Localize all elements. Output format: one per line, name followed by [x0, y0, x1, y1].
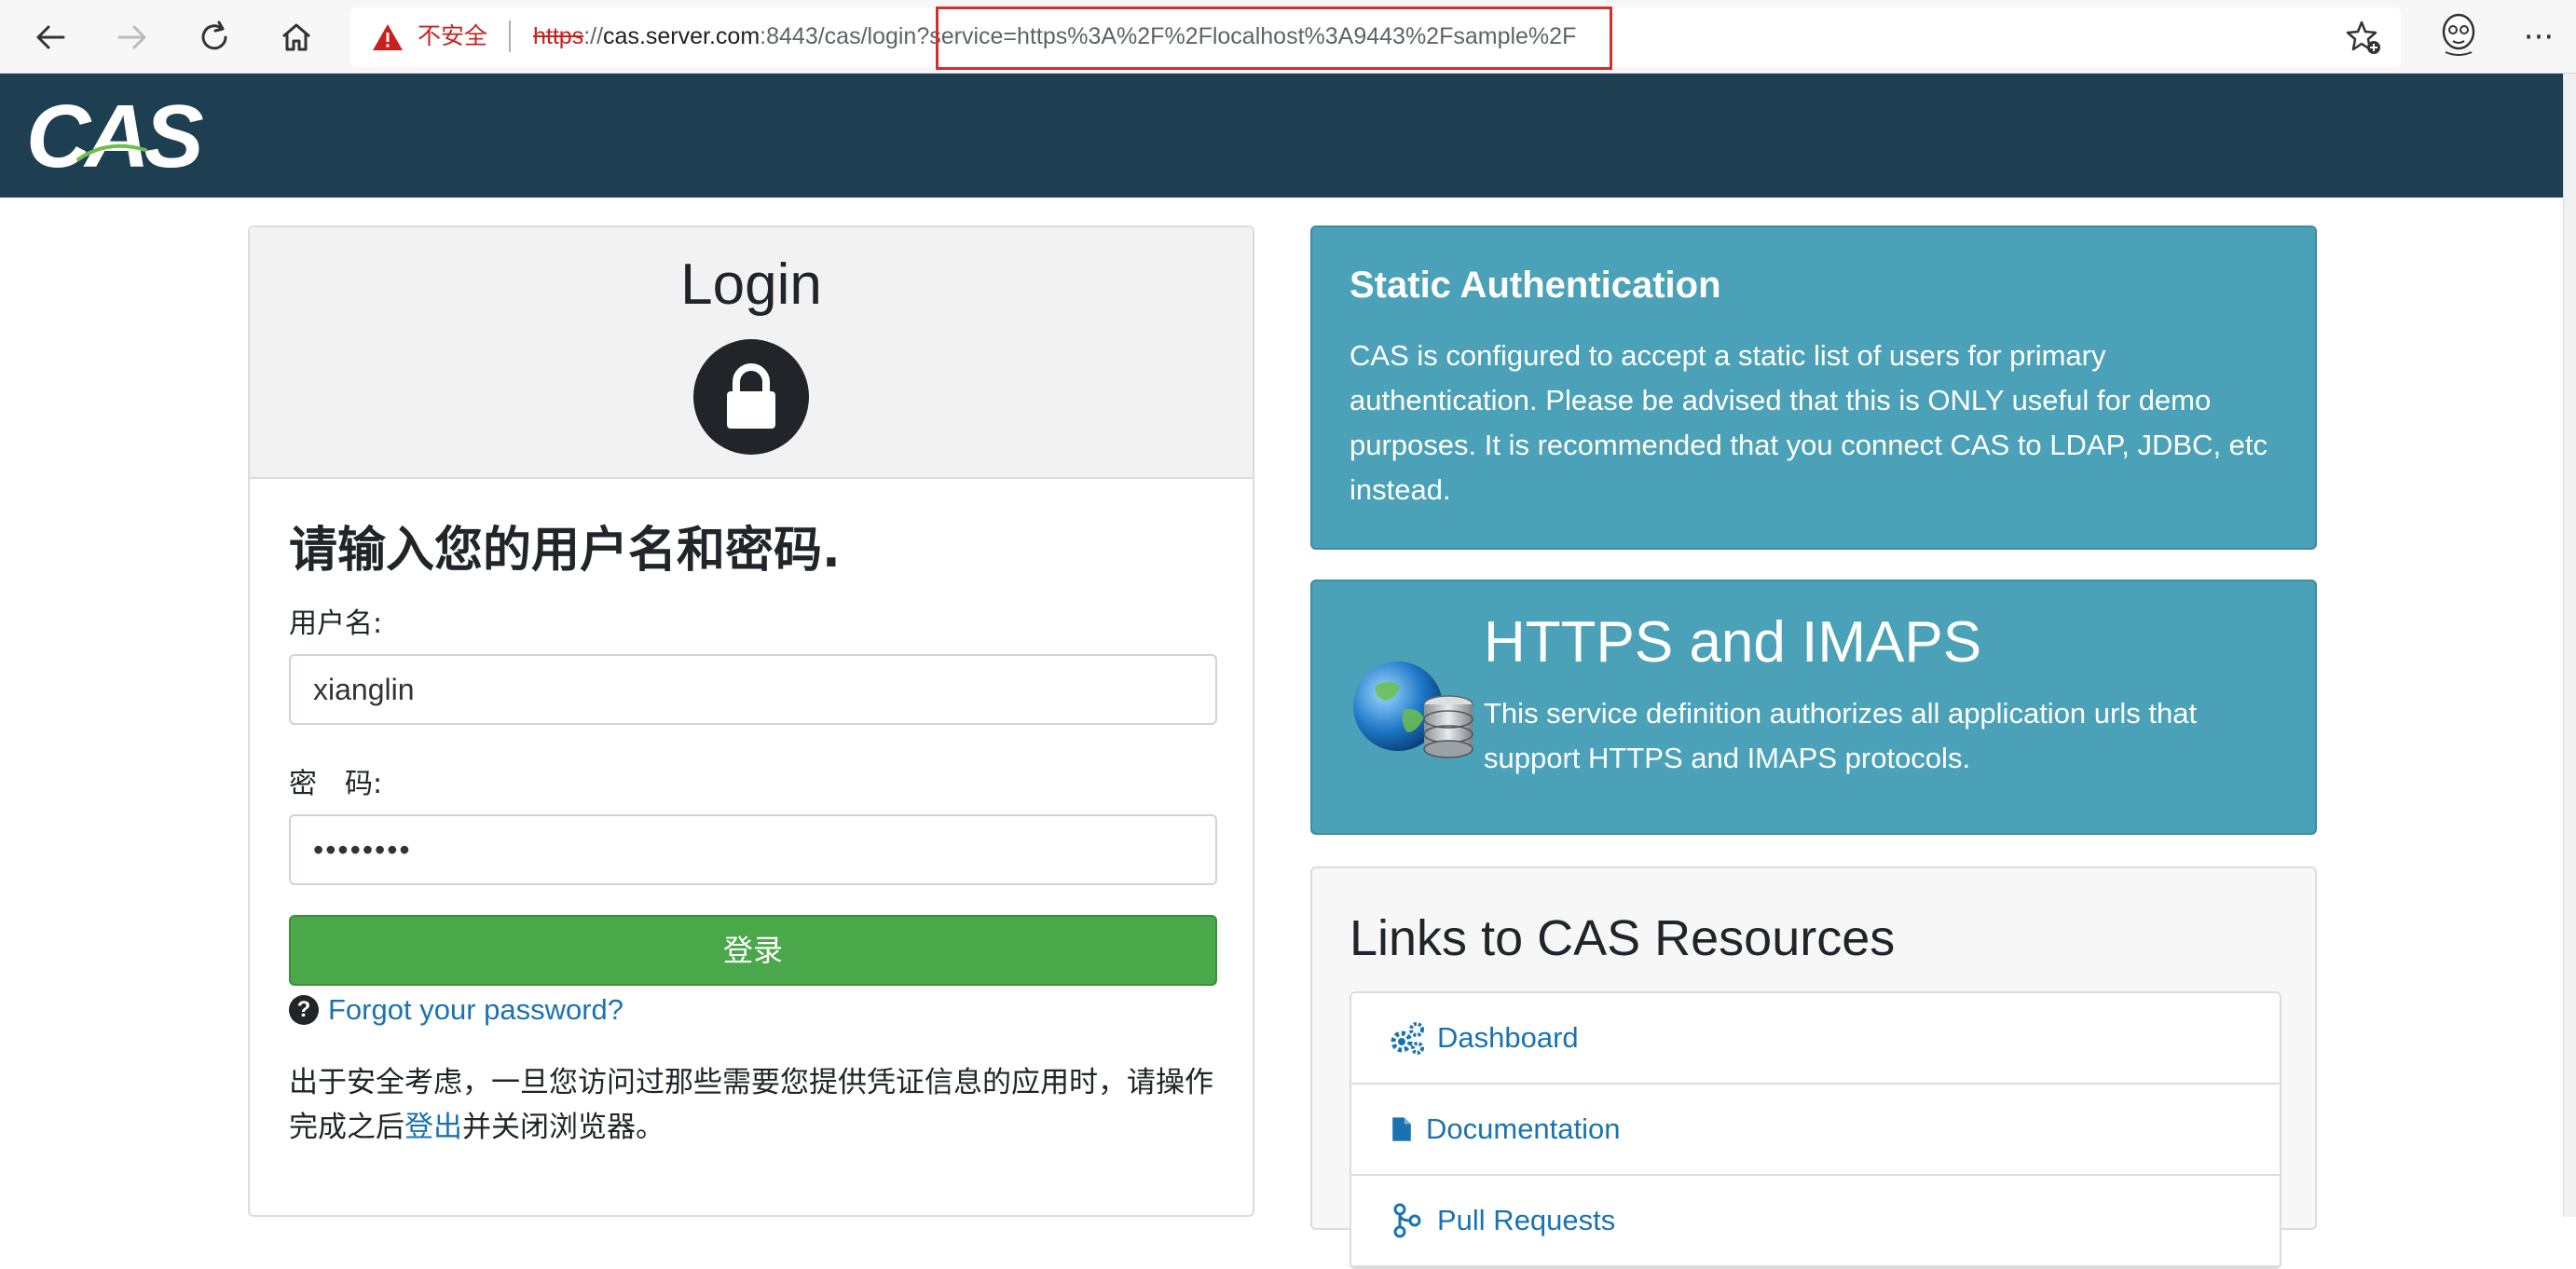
resources-list: Dashboard Documentation Pull Requests — [1350, 991, 2281, 1269]
static-authentication-card: Static Authentication CAS is configured … — [1310, 225, 2317, 550]
back-button[interactable] — [26, 13, 75, 61]
https-imaps-card: HTTPS and IMAPS This service definition … — [1310, 580, 2317, 835]
dashboard-link[interactable]: Dashboard — [1437, 1021, 1579, 1055]
login-prompt: 请输入您的用户名和密码. — [289, 523, 841, 579]
url-path: :8443/cas/login — [760, 23, 917, 49]
warning-icon — [373, 24, 403, 50]
globe-database-icon — [1353, 662, 1473, 758]
profile-avatar-icon[interactable] — [2436, 11, 2481, 60]
url-highlight-box — [936, 7, 1612, 70]
list-item-dashboard[interactable]: Dashboard — [1351, 993, 2280, 1085]
login-card-header: Login — [250, 227, 1253, 479]
password-input[interactable]: •••••••• — [289, 814, 1217, 885]
list-item-pull-requests[interactable]: Pull Requests — [1351, 1176, 2280, 1267]
security-note: 出于安全考虑，一旦您访问过那些需要您提供凭证信息的应用时，请操作完成之后登出并关… — [289, 1060, 1221, 1150]
logo-swoosh-icon — [76, 143, 147, 161]
url-separator: :// — [583, 23, 604, 49]
reload-button[interactable] — [190, 13, 239, 61]
username-label: 用户名: — [289, 607, 383, 640]
question-circle-icon: ? — [289, 995, 319, 1025]
static-auth-title: Static Authentication — [1350, 265, 1721, 306]
https-imaps-title: HTTPS and IMAPS — [1484, 610, 1982, 675]
page-scrollbar[interactable] — [2563, 74, 2576, 1217]
security-note-text-end: 并关闭浏览器。 — [462, 1111, 665, 1144]
pull-requests-link[interactable]: Pull Requests — [1437, 1204, 1615, 1237]
reload-icon — [201, 20, 227, 50]
more-menu-icon[interactable]: ··· — [2518, 19, 2559, 56]
document-icon — [1392, 1117, 1411, 1141]
forgot-password-link[interactable]: Forgot your password? — [328, 993, 623, 1027]
https-imaps-body: This service definition authorizes all a… — [1484, 697, 2198, 774]
list-item-documentation[interactable]: Documentation — [1351, 1085, 2280, 1176]
resources-title: Links to CAS Resources — [1350, 910, 1896, 966]
login-title: Login — [680, 252, 822, 317]
merge-icon — [1393, 1203, 1421, 1238]
url-host: cas.server.com — [603, 23, 760, 49]
logout-link[interactable]: 登出 — [404, 1111, 462, 1144]
arrow-left-icon — [36, 25, 65, 49]
login-card: Login 请输入您的用户名和密码. 用户名: xianglin 密 码: ••… — [248, 225, 1254, 1217]
url-protocol: https — [533, 23, 584, 49]
documentation-link[interactable]: Documentation — [1426, 1112, 1621, 1146]
password-label: 密 码: — [289, 768, 383, 800]
forward-button[interactable] — [108, 13, 157, 61]
gears-icon — [1391, 1022, 1424, 1055]
arrow-right-icon — [117, 25, 146, 49]
forgot-password: ? Forgot your password? — [289, 991, 623, 1029]
url-divider — [509, 20, 511, 52]
browser-toolbar: 不安全 https://cas.server.com:8443/cas/logi… — [0, 0, 2576, 74]
cas-resources-card: Links to CAS Resources Dashboard Documen… — [1310, 866, 2317, 1269]
cas-header: CAS — [0, 74, 2563, 198]
login-submit-button[interactable]: 登录 — [289, 915, 1217, 986]
home-icon — [282, 23, 310, 51]
static-auth-body: CAS is configured to accept a static lis… — [1350, 339, 2268, 506]
home-button[interactable] — [272, 13, 321, 61]
insecure-label: 不安全 — [418, 22, 488, 49]
lock-icon — [693, 339, 809, 455]
favorite-star-icon[interactable] — [2345, 19, 2382, 56]
username-input[interactable]: xianglin — [289, 654, 1217, 725]
